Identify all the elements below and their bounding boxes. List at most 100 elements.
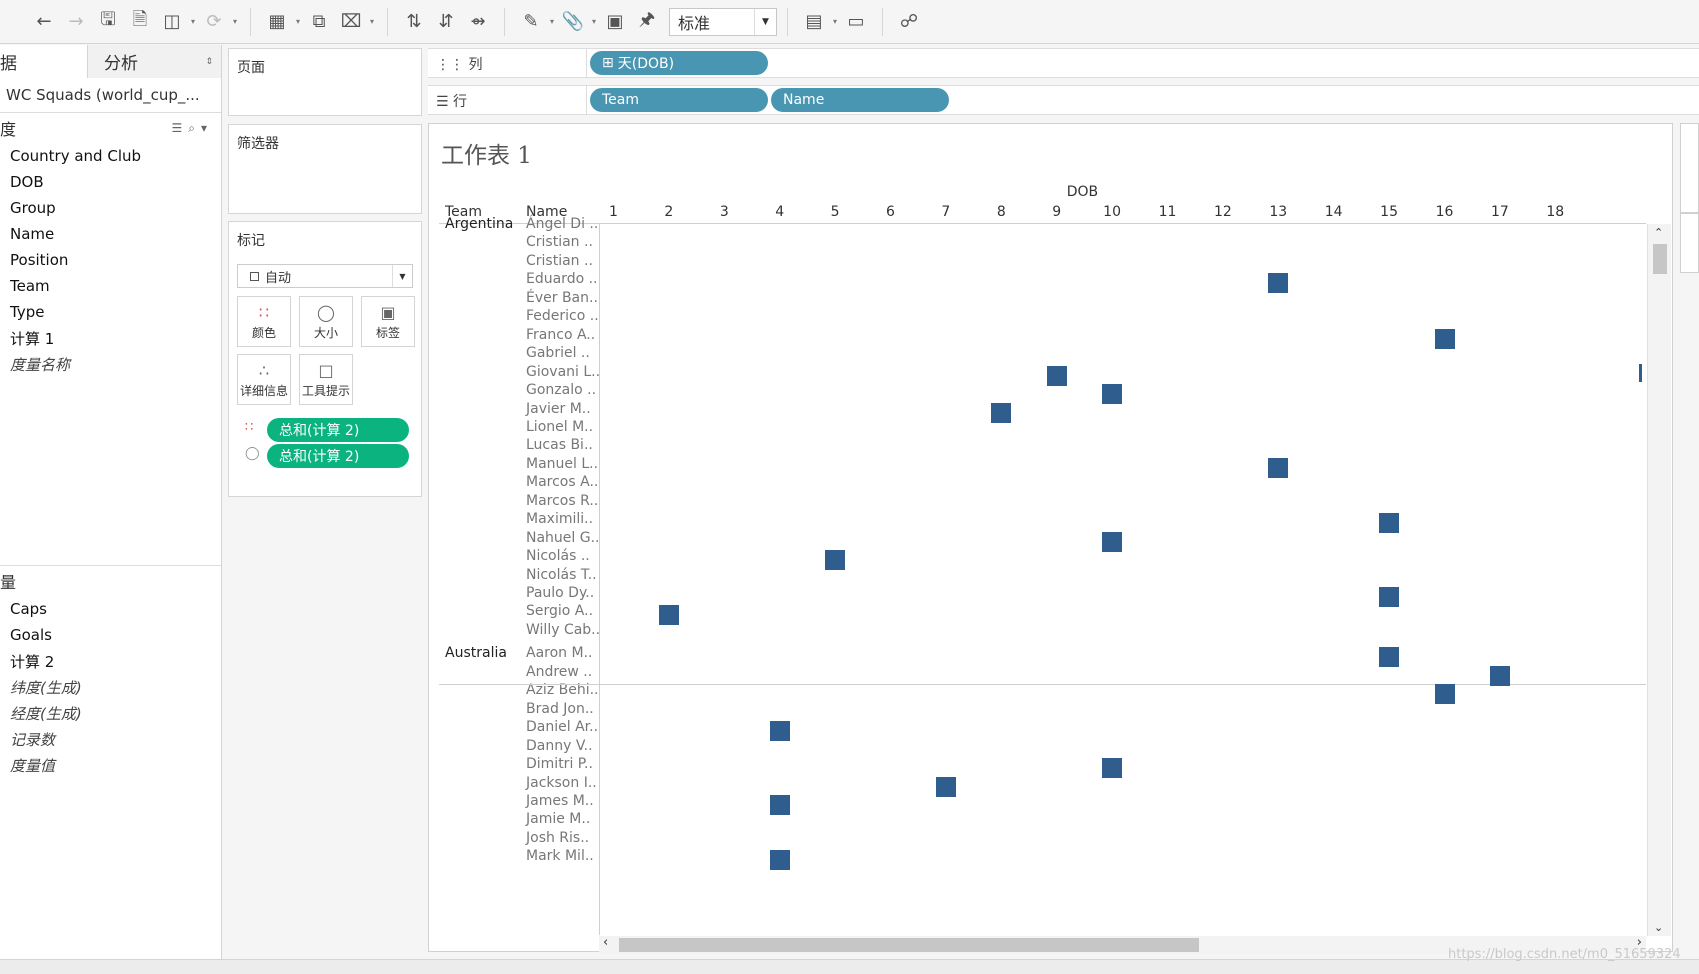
rows-shelf[interactable]: ☰ 行 Team Name — [428, 85, 1699, 115]
measure-field[interactable]: 纬度(生成) — [0, 674, 221, 700]
name-header[interactable]: Lionel M.. — [526, 419, 593, 435]
measure-field[interactable]: 度量值 — [0, 752, 221, 778]
dimension-field[interactable]: Type — [0, 299, 221, 325]
dimension-field[interactable]: Team — [0, 273, 221, 299]
name-header[interactable]: Giovani L.. — [526, 364, 600, 380]
data-mark[interactable] — [1379, 587, 1400, 607]
dob-axis-title[interactable]: DOB — [1067, 184, 1098, 200]
data-mark[interactable] — [769, 721, 790, 742]
team-header[interactable]: Argentina — [445, 216, 513, 232]
tab-data[interactable]: 据 — [0, 45, 88, 78]
mark-type-select[interactable]: 自动 ▼ — [237, 264, 413, 288]
column-pill-dob[interactable]: ⊞ 天(DOB) — [590, 51, 768, 75]
data-mark[interactable] — [1489, 665, 1510, 686]
name-header[interactable]: Jamie M.. — [526, 811, 590, 827]
new-sheet-caret-icon[interactable]: ▾ — [293, 17, 303, 26]
name-header[interactable]: Willy Cab.. — [526, 622, 600, 638]
name-header[interactable]: Brad Jon.. — [526, 701, 594, 717]
name-header[interactable]: Marcos R.. — [526, 493, 598, 509]
row-pill-team[interactable]: Team — [590, 88, 768, 112]
view-list-icon[interactable]: ☰ — [171, 121, 188, 135]
measure-field[interactable]: Goals — [0, 622, 221, 648]
data-mark[interactable] — [1102, 531, 1123, 552]
name-header[interactable]: Daniel Ar.. — [526, 719, 598, 735]
name-header[interactable]: Lucas Bi.. — [526, 437, 593, 453]
data-mark[interactable] — [1102, 758, 1123, 779]
name-header[interactable]: Sergio A.. — [526, 603, 593, 619]
vertical-scroll-thumb[interactable] — [1653, 244, 1667, 274]
clear-caret-icon[interactable]: ▾ — [367, 17, 377, 26]
highlight-caret-icon[interactable]: ▾ — [547, 17, 557, 26]
data-mark[interactable] — [1379, 513, 1400, 534]
data-mark[interactable] — [769, 850, 790, 871]
pause-icon[interactable]: ◫ — [156, 7, 188, 37]
name-header[interactable]: Javier M.. — [526, 401, 591, 417]
name-header[interactable]: Nahuel G.. — [526, 530, 600, 546]
name-header[interactable]: Mark Mil.. — [526, 848, 594, 864]
dimension-field[interactable]: 计算 1 — [0, 325, 221, 351]
name-header[interactable]: Cristian .. — [526, 234, 593, 250]
dimension-field[interactable]: Position — [0, 247, 221, 273]
data-mark[interactable] — [1379, 647, 1400, 668]
dimension-field[interactable]: Name — [0, 221, 221, 247]
color-legend-card[interactable] — [1680, 123, 1699, 213]
forward-icon[interactable]: → — [60, 7, 92, 37]
tooltip-button[interactable]: □ 工具提示 — [299, 354, 353, 405]
measure-field[interactable]: Caps — [0, 596, 221, 622]
save-icon[interactable]: 🖫 — [92, 7, 124, 37]
measure-field[interactable]: 记录数 — [0, 726, 221, 752]
dimension-field[interactable]: DOB — [0, 169, 221, 195]
data-mark[interactable] — [991, 402, 1012, 423]
name-header[interactable]: Federico .. — [526, 308, 599, 324]
data-mark[interactable] — [935, 776, 956, 797]
refresh-icon[interactable]: ⟳ — [198, 7, 230, 37]
name-header[interactable]: Maximili.. — [526, 511, 593, 527]
name-header[interactable]: Paulo Dy.. — [526, 585, 594, 601]
pages-card[interactable]: 页面 — [228, 48, 422, 116]
mark-pill-color[interactable]: 总和(计算 2) — [267, 418, 409, 442]
name-header[interactable]: Josh Ris.. — [526, 830, 589, 846]
data-mark[interactable] — [769, 794, 790, 815]
vertical-scrollbar[interactable]: ⌃ ⌄ — [1647, 224, 1671, 936]
updown-icon[interactable]: ⇕ — [205, 57, 213, 67]
data-mark[interactable] — [1268, 273, 1289, 294]
name-header[interactable]: Nicolás .. — [526, 548, 590, 564]
swap-icon[interactable]: ⇅ — [398, 7, 430, 37]
name-header[interactable]: Manuel L.. — [526, 456, 598, 472]
name-header[interactable]: Danny V.. — [526, 738, 593, 754]
name-header[interactable]: Ángel Di .. — [526, 216, 598, 232]
filters-card[interactable]: 筛选器 — [228, 124, 422, 214]
data-mark[interactable] — [1102, 384, 1123, 405]
label-button[interactable]: ▣ 标签 — [361, 296, 415, 347]
row-pill-name[interactable]: Name — [771, 88, 949, 112]
fit-select[interactable]: 标准 ▼ — [669, 7, 777, 36]
name-header[interactable]: James M.. — [526, 793, 594, 809]
sort-asc-icon[interactable]: ⇵ — [430, 7, 462, 37]
size-legend-card[interactable] — [1680, 213, 1699, 273]
label-icon[interactable]: ▣ — [599, 7, 631, 37]
new-sheet-icon[interactable]: ▦ — [261, 7, 293, 37]
columns-shelf[interactable]: ⋮⋮ 列 ⊞ 天(DOB) — [428, 48, 1699, 78]
annotate-icon[interactable]: 📎 — [557, 7, 589, 37]
data-mark[interactable] — [1434, 684, 1455, 705]
data-mark[interactable] — [1046, 365, 1067, 386]
data-mark[interactable] — [825, 550, 846, 571]
tab-analysis[interactable]: 分析 ⇕ — [88, 45, 221, 78]
menu-caret-icon[interactable]: ▾ — [201, 121, 213, 135]
scroll-left-icon[interactable]: ‹ — [603, 935, 608, 950]
data-mark[interactable] — [658, 605, 679, 626]
name-header[interactable]: Gabriel .. — [526, 345, 590, 361]
presentation-icon[interactable]: ▭ — [840, 7, 872, 37]
name-header[interactable]: Nicolás T.. — [526, 567, 597, 583]
name-header[interactable]: Franco A.. — [526, 327, 595, 343]
annotate-caret-icon[interactable]: ▾ — [589, 17, 599, 26]
share-icon[interactable]: ☍ — [893, 7, 925, 37]
mark-pill-size[interactable]: 总和(计算 2) — [267, 444, 409, 468]
name-header[interactable]: Dimitri P.. — [526, 756, 593, 772]
scroll-down-icon[interactable]: ⌄ — [1654, 921, 1663, 934]
name-header[interactable]: Marcos A.. — [526, 474, 598, 490]
pin-icon[interactable]: 🖈 — [631, 7, 663, 37]
search-icon[interactable]: ⌕ — [188, 121, 201, 135]
pause-caret-icon[interactable]: ▾ — [188, 17, 198, 26]
data-mark[interactable] — [1434, 328, 1455, 349]
